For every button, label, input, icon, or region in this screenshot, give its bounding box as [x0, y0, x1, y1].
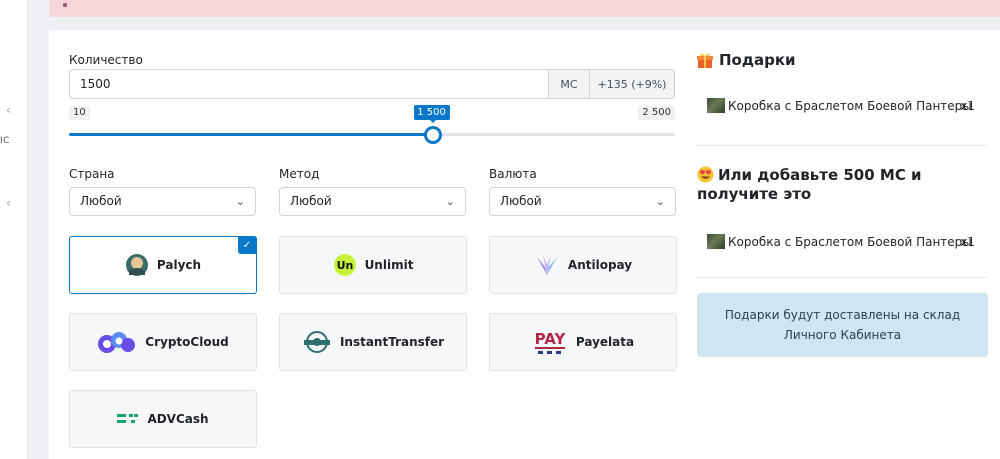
currency-label: Валюта — [489, 167, 537, 181]
range-max-label: 2 500 — [638, 106, 675, 120]
alert-banner — [49, 0, 1000, 17]
method-name: CryptoCloud — [145, 335, 229, 349]
unlimit-logo-icon: Un — [333, 254, 356, 276]
instanttransfer-logo-icon — [303, 331, 330, 353]
currency-select-value: Любой — [500, 194, 542, 208]
method-card-cryptocloud[interactable]: CryptoCloud — [69, 313, 257, 371]
payelata-logo-icon: PAY — [535, 330, 567, 354]
upsell-item-name: Коробка с Браслетом Боевой Пантеры — [728, 235, 972, 249]
gift-item: Коробка с Браслетом Боевой Пантеры x1 — [707, 97, 987, 116]
range-slider-thumb[interactable] — [423, 126, 442, 144]
chevron-down-icon: ⌄ — [235, 195, 245, 208]
gifts-divider — [697, 145, 987, 146]
alert-text-fragment — [63, 3, 67, 7]
method-name: InstantTransfer — [339, 335, 445, 349]
method-card-unlimit[interactable]: Un Unlimit — [279, 236, 467, 294]
sidebar: ‹ ІС ‹ — [0, 0, 28, 459]
quantity-label: Количество — [69, 53, 143, 67]
gift-item-qty: x1 — [960, 99, 975, 113]
chevron-down-icon: ⌄ — [655, 195, 665, 208]
method-card-advcash[interactable]: ADVCash — [69, 390, 257, 448]
sidebar-expand-chevron-icon-2[interactable]: ‹ — [6, 196, 11, 210]
quantity-input-group: МС +135 (+9%) — [69, 69, 675, 99]
cryptocloud-logo-icon — [98, 332, 136, 353]
method-card-payelata[interactable]: PAY Payelata — [489, 313, 677, 371]
palych-logo-icon — [125, 254, 148, 276]
method-card-palych[interactable]: ✓ Palych — [69, 236, 257, 294]
method-label: Метод — [279, 167, 320, 181]
method-name: Antilopay — [567, 258, 633, 272]
delivery-info-alert: Подарки будут доставлены на склад Личног… — [697, 293, 988, 357]
method-name: Payelata — [575, 335, 635, 349]
gift-item-name: Коробка с Браслетом Боевой Пантеры — [728, 99, 972, 113]
range-min-label: 10 — [69, 106, 90, 120]
range-track-filled — [69, 133, 433, 136]
topup-card: Количество МС +135 (+9%) 10 1 500 2 500 … — [49, 30, 1000, 459]
country-select[interactable]: Любой ⌄ — [69, 187, 256, 216]
gifts-title: Подарки — [697, 51, 796, 69]
upsell-gift-item: Коробка с Браслетом Боевой Пантеры x1 — [707, 233, 987, 252]
method-name: Palych — [156, 258, 202, 272]
upsell-divider — [697, 277, 987, 278]
range-value-tooltip: 1 500 — [413, 105, 450, 120]
currency-unit-addon: МС — [548, 70, 589, 98]
method-select-value: Любой — [290, 194, 332, 208]
gift-icon — [697, 53, 713, 68]
method-card-instanttransfer[interactable]: InstantTransfer — [279, 313, 467, 371]
advcash-logo-icon — [117, 414, 139, 423]
method-card-antilopay[interactable]: Antilopay — [489, 236, 677, 294]
quantity-input[interactable] — [70, 70, 548, 98]
sidebar-expand-chevron-icon[interactable]: ‹ — [6, 103, 11, 117]
country-select-value: Любой — [80, 194, 122, 208]
upsell-title-text: Или добавьте 500 МС и получите это — [697, 166, 922, 203]
antilopay-logo-icon — [536, 255, 557, 275]
range-tooltip-arrow — [429, 120, 436, 123]
svg-text:Un: Un — [336, 259, 353, 272]
country-label: Страна — [69, 167, 115, 181]
gift-box-thumbnail — [707, 234, 725, 249]
gift-box-thumbnail — [707, 98, 725, 113]
gifts-title-text: Подарки — [719, 51, 796, 69]
svg-text:PAY: PAY — [535, 330, 567, 348]
checkmark-icon: ✓ — [238, 237, 256, 254]
range-track[interactable] — [432, 133, 675, 136]
sidebar-cut-label: ІС — [0, 136, 10, 146]
method-name: ADVCash — [147, 412, 209, 426]
method-name: Unlimit — [364, 258, 414, 272]
heart-eyes-emoji-icon — [697, 166, 714, 183]
upsell-item-qty: x1 — [960, 235, 975, 249]
currency-select[interactable]: Любой ⌄ — [489, 187, 676, 216]
method-select[interactable]: Любой ⌄ — [279, 187, 466, 216]
chevron-down-icon: ⌄ — [445, 195, 455, 208]
bonus-addon: +135 (+9%) — [589, 70, 674, 98]
upsell-title: Или добавьте 500 МС и получите это — [697, 166, 987, 204]
